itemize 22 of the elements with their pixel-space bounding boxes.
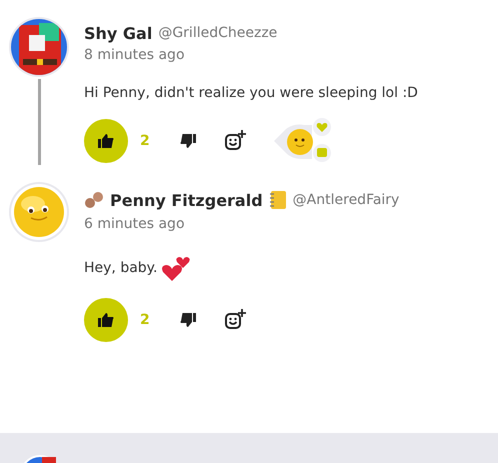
comment-text: Hey, baby.	[84, 260, 158, 276]
author-name[interactable]: Shy Gal	[84, 24, 152, 42]
add-reaction-button[interactable]	[224, 309, 246, 331]
add-reaction-icon	[224, 309, 246, 331]
thumbs-up-icon	[98, 134, 114, 148]
timestamp: 8 minutes ago	[84, 47, 186, 63]
author-handle[interactable]: @AntleredFairy	[292, 192, 400, 208]
author-name[interactable]: Penny Fitzgerald	[110, 190, 263, 210]
author-handle[interactable]: @GrilledCheezze	[158, 25, 278, 41]
like-button[interactable]	[84, 298, 128, 342]
comment-text: Hi Penny, didn't realize you were sleeping lol :D	[84, 85, 418, 101]
like-count: 2	[140, 133, 151, 149]
thumbs-up-icon	[98, 313, 114, 327]
thumbs-down-icon	[180, 313, 196, 327]
dislike-button[interactable]	[180, 313, 196, 327]
like-button[interactable]	[84, 119, 128, 163]
timestamp: 6 minutes ago	[84, 216, 186, 232]
like-count: 2	[140, 312, 151, 328]
add-reaction-button[interactable]	[224, 130, 246, 152]
dislike-button[interactable]	[180, 134, 196, 148]
add-reaction-icon	[224, 130, 246, 152]
thumbs-down-icon	[180, 134, 196, 148]
